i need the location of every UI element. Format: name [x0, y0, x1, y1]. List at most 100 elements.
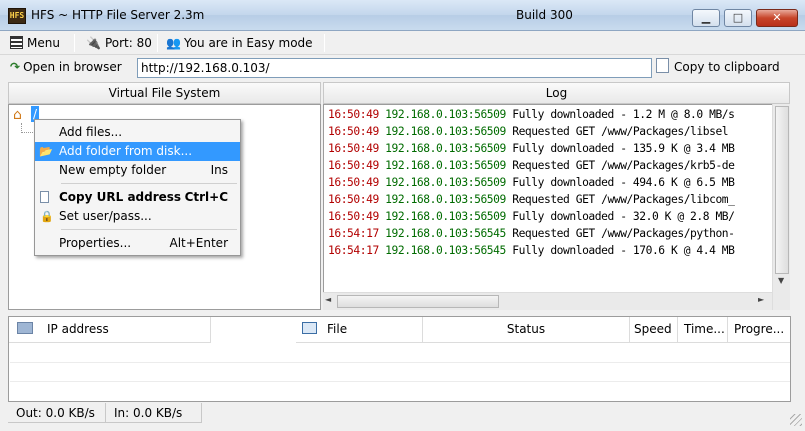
copy-to-clipboard-button[interactable]: Copy to clipboard [656, 58, 780, 76]
log-addr: 192.168.0.103:56509 [385, 210, 506, 223]
log-addr: 192.168.0.103:56509 [385, 142, 506, 155]
table-row-divider [10, 381, 790, 382]
log-addr: 192.168.0.103:56509 [385, 159, 506, 172]
column-header-ip[interactable]: IP address [9, 317, 211, 343]
log-addr: 192.168.0.103:56545 [385, 244, 506, 257]
log-msg: Requested GET /www/Packages/libsel [512, 125, 729, 138]
menu-item-new-empty-folder[interactable]: New empty folder Ins [35, 161, 240, 180]
log-line: 16:50:49 192.168.0.103:56509 Fully downl… [328, 210, 735, 223]
menu-separator [61, 229, 237, 230]
build-label: Build 300 [516, 8, 573, 22]
menu-item-properties[interactable]: Properties... Alt+Enter [35, 234, 240, 253]
connections-table[interactable]: IP address File Status Speed Time... Pro… [8, 316, 791, 402]
file-column-icon [302, 322, 317, 334]
log-msg: Requested GET /www/Packages/libcom_ [512, 193, 735, 206]
hfs-app-icon[interactable]: HFS [8, 8, 26, 24]
column-header-speed[interactable]: Speed [630, 317, 678, 343]
menu-icon [10, 36, 23, 49]
log-time: 16:54:17 [328, 244, 379, 257]
log-line: 16:54:17 192.168.0.103:56545 Fully downl… [328, 244, 735, 257]
open-in-browser-button[interactable]: ↷ Open in browser [10, 58, 122, 76]
mode-button[interactable]: 👥 You are in Easy mode [166, 34, 313, 52]
log-addr: 192.168.0.103:56509 [385, 125, 506, 138]
scroll-down-arrow-icon[interactable]: ▼ [778, 276, 784, 285]
log-time: 16:50:49 [328, 159, 379, 172]
title-bar[interactable]: HFS HFS ~ HTTP File Server 2.3m Build 30… [0, 0, 805, 31]
column-header-time[interactable]: Time... [678, 317, 728, 343]
plug-icon: 🔌 [86, 36, 101, 50]
port-button[interactable]: 🔌 Port: 80 [86, 34, 152, 52]
column-header-status[interactable]: Status [423, 317, 630, 343]
log-line: 16:50:49 192.168.0.103:56509 Fully downl… [328, 176, 735, 189]
vfs-header: Virtual File System [8, 82, 321, 104]
close-button[interactable]: ✕ [756, 9, 798, 27]
log-line: 16:50:49 192.168.0.103:56509 Requested G… [328, 159, 735, 172]
tree-connector [21, 123, 33, 133]
log-msg: Requested GET /www/Packages/python- [512, 227, 735, 240]
minimize-button[interactable]: ▁ [692, 9, 720, 27]
log-msg: Fully downloaded - 494.6 K @ 6.5 MB [512, 176, 735, 189]
column-header-progress[interactable]: Progre... [728, 317, 790, 343]
log-msg: Fully downloaded - 1.2 M @ 8.0 MB/s [512, 108, 735, 121]
table-row-divider [10, 362, 790, 363]
resize-grip[interactable] [790, 414, 802, 426]
network-icon [17, 322, 33, 334]
close-icon: ✕ [772, 11, 782, 24]
toolbar-separator [74, 34, 75, 52]
log-time: 16:54:17 [328, 227, 379, 240]
log-line: 16:54:17 192.168.0.103:56545 Requested G… [328, 227, 735, 240]
log-msg: Fully downloaded - 32.0 K @ 2.8 MB/ [512, 210, 735, 223]
clipboard-icon [656, 58, 669, 73]
scroll-left-arrow-icon[interactable]: ◄ [325, 295, 331, 304]
log-time: 16:50:49 [328, 193, 379, 206]
menu-item-copy-url[interactable]: Copy URL address Ctrl+C [35, 188, 240, 207]
folder-icon: 📂 [39, 145, 53, 158]
main-toolbar: Menu 🔌 Port: 80 👥 You are in Easy mode [0, 31, 805, 55]
outbound-speed: Out: 0.0 KB/s [8, 403, 106, 423]
log-vertical-scrollbar[interactable]: ▼ [772, 104, 790, 310]
lock-icon: 🔒 [40, 210, 54, 223]
log-addr: 192.168.0.103:56509 [385, 176, 506, 189]
scroll-right-arrow-icon[interactable]: ► [758, 295, 764, 304]
menu-separator [61, 183, 237, 184]
minimize-icon: ▁ [701, 11, 711, 24]
log-panel[interactable]: 16:50:49 192.168.0.103:56509 Fully downl… [323, 104, 790, 310]
log-hscroll-thumb[interactable] [337, 295, 499, 308]
vfs-context-menu: Add files... 📂 Add folder from disk... N… [34, 119, 241, 256]
log-line: 16:50:49 192.168.0.103:56509 Fully downl… [328, 142, 735, 155]
log-addr: 192.168.0.103:56509 [385, 193, 506, 206]
maximize-button[interactable]: □ [724, 9, 752, 27]
open-arrow-icon: ↷ [10, 60, 21, 74]
toolbar-separator [324, 34, 325, 52]
log-addr: 192.168.0.103:56545 [385, 227, 506, 240]
menu-button[interactable]: Menu [10, 34, 60, 52]
column-header-file[interactable]: File [296, 317, 423, 343]
document-icon [40, 191, 49, 203]
log-scroll-thumb[interactable] [775, 106, 789, 274]
log-msg: Fully downloaded - 135.9 K @ 3.4 MB [512, 142, 735, 155]
url-field[interactable]: http://192.168.0.103/ [137, 58, 652, 78]
log-time: 16:50:49 [328, 125, 379, 138]
log-time: 16:50:49 [328, 176, 379, 189]
log-horizontal-scrollbar[interactable]: ◄ ► [323, 292, 772, 310]
menu-item-add-folder[interactable]: 📂 Add folder from disk... [35, 142, 240, 161]
inbound-speed: In: 0.0 KB/s [106, 403, 202, 423]
maximize-icon: □ [732, 11, 744, 24]
window-title: HFS ~ HTTP File Server 2.3m [31, 8, 205, 22]
status-bar: Out: 0.0 KB/s In: 0.0 KB/s [8, 403, 791, 425]
log-time: 16:50:49 [328, 108, 379, 121]
log-line: 16:50:49 192.168.0.103:56509 Requested G… [328, 193, 735, 206]
log-line: 16:50:49 192.168.0.103:56509 Requested G… [328, 125, 729, 138]
log-line: 16:50:49 192.168.0.103:56509 Fully downl… [328, 108, 735, 121]
menu-item-add-files[interactable]: Add files... [35, 123, 240, 142]
log-msg: Requested GET /www/Packages/krb5-de [512, 159, 735, 172]
menu-item-set-user-pass[interactable]: 🔒 Set user/pass... [35, 207, 240, 226]
home-icon: ⌂ [13, 107, 22, 123]
toolbar-separator [157, 34, 158, 52]
log-addr: 192.168.0.103:56509 [385, 108, 506, 121]
log-header: Log [323, 82, 790, 104]
users-icon: 👥 [166, 36, 181, 50]
log-msg: Fully downloaded - 170.6 K @ 4.4 MB [512, 244, 735, 257]
log-time: 16:50:49 [328, 142, 379, 155]
log-time: 16:50:49 [328, 210, 379, 223]
